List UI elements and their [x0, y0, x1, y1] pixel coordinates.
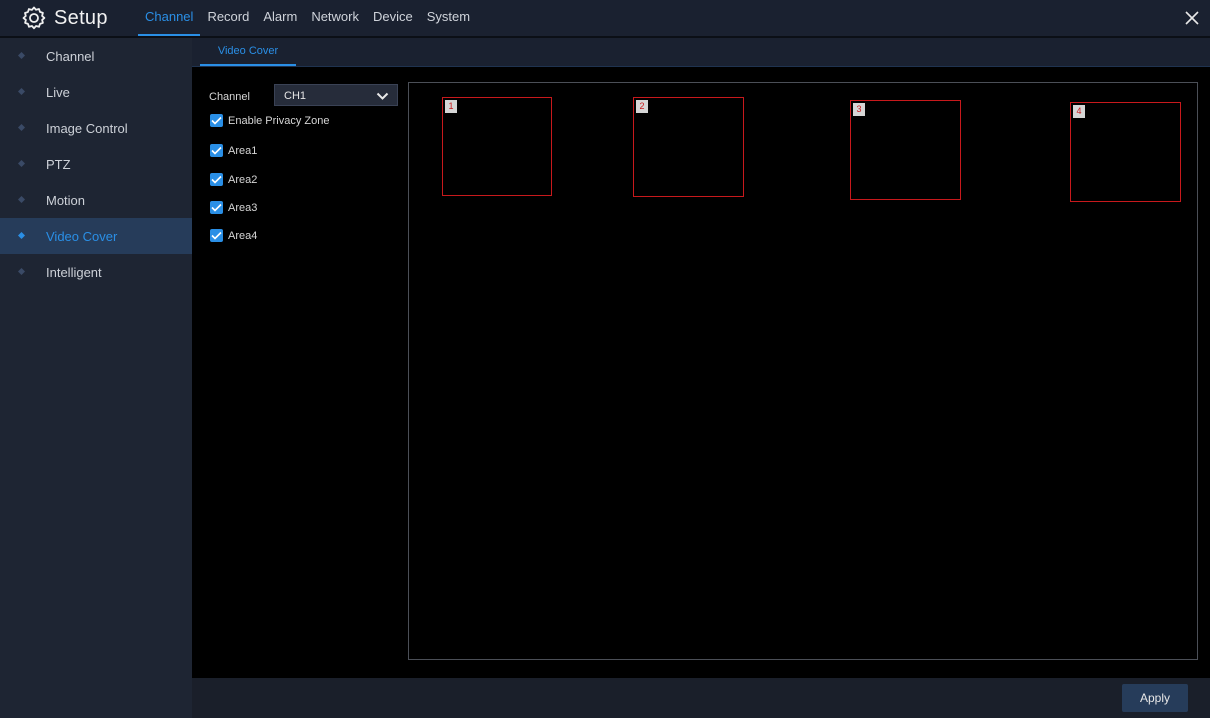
zone-number: 1	[445, 100, 457, 113]
checkbox-label: Area1	[228, 144, 258, 157]
tab-bar: Video Cover	[192, 38, 1210, 67]
privacy-zone-3[interactable]: 3	[850, 100, 961, 200]
sidebar-item-label: Image Control	[46, 120, 128, 136]
diamond-bullet-icon	[18, 268, 25, 275]
page-title: Setup	[54, 6, 108, 29]
close-icon	[1182, 11, 1202, 32]
zone-number: 3	[853, 103, 865, 116]
menu-device[interactable]: Device	[366, 0, 420, 34]
settings-panel: Channel CH1 Enable Privacy Zone Area1 Ar…	[192, 66, 406, 678]
sidebar-item-image-control[interactable]: Image Control	[0, 110, 192, 146]
checkmark-icon	[210, 114, 223, 127]
sidebar-item-motion[interactable]: Motion	[0, 182, 192, 218]
area3-checkbox[interactable]: Area3	[210, 201, 257, 214]
main-menu: Channel Record Alarm Network Device Syst…	[138, 0, 477, 36]
area2-checkbox[interactable]: Area2	[210, 173, 257, 186]
sidebar-item-channel[interactable]: Channel	[0, 38, 192, 74]
close-button[interactable]	[1182, 8, 1202, 28]
sidebar-item-label: PTZ	[46, 156, 71, 172]
enable-privacy-zone-checkbox[interactable]: Enable Privacy Zone	[210, 114, 330, 127]
video-preview[interactable]: 1 2 3 4	[408, 82, 1198, 660]
checkbox-label: Area4	[228, 229, 258, 242]
channel-select[interactable]: CH1	[274, 84, 398, 106]
checkmark-icon	[210, 229, 223, 242]
gear-icon	[22, 6, 46, 30]
brand: Setup	[22, 6, 108, 30]
diamond-bullet-icon	[18, 88, 25, 95]
sidebar-item-label: Live	[46, 84, 70, 100]
diamond-bullet-icon	[18, 52, 25, 59]
diamond-bullet-icon	[18, 196, 25, 203]
diamond-bullet-icon	[18, 124, 25, 131]
menu-system[interactable]: System	[420, 0, 477, 34]
channel-label: Channel	[209, 91, 250, 103]
checkmark-icon	[210, 201, 223, 214]
channel-select-value: CH1	[284, 90, 307, 102]
zone-number: 2	[636, 100, 648, 113]
tab-video-cover[interactable]: Video Cover	[200, 38, 296, 66]
chevron-down-icon	[376, 92, 389, 100]
sidebar-item-video-cover[interactable]: Video Cover	[0, 218, 192, 254]
checkmark-icon	[210, 173, 223, 186]
zone-number: 4	[1073, 105, 1085, 118]
menu-channel[interactable]: Channel	[138, 0, 201, 36]
checkbox-label: Area2	[228, 173, 258, 186]
sidebar-item-live[interactable]: Live	[0, 74, 192, 110]
privacy-zone-2[interactable]: 2	[633, 97, 744, 197]
sidebar-item-label: Video Cover	[46, 228, 118, 244]
sidebar-item-label: Intelligent	[46, 264, 102, 280]
sidebar-item-label: Motion	[46, 192, 86, 208]
menu-alarm[interactable]: Alarm	[256, 0, 304, 34]
sidebar-item-intelligent[interactable]: Intelligent	[0, 254, 192, 290]
area4-checkbox[interactable]: Area4	[210, 229, 257, 242]
checkmark-icon	[210, 144, 223, 157]
menu-network[interactable]: Network	[304, 0, 366, 34]
sidebar-item-ptz[interactable]: PTZ	[0, 146, 192, 182]
apply-button[interactable]: Apply	[1122, 684, 1188, 712]
sidebar-item-label: Channel	[46, 48, 95, 64]
diamond-bullet-icon	[18, 232, 25, 239]
sidebar: Channel Live Image Control PTZ Motion Vi…	[0, 38, 192, 718]
checkbox-label: Enable Privacy Zone	[228, 114, 330, 127]
diamond-bullet-icon	[18, 160, 25, 167]
privacy-zone-4[interactable]: 4	[1070, 102, 1181, 202]
area1-checkbox[interactable]: Area1	[210, 144, 257, 157]
top-bar: Setup Channel Record Alarm Network Devic…	[0, 0, 1210, 38]
checkbox-label: Area3	[228, 201, 258, 214]
footer-bar: Apply	[192, 678, 1210, 718]
menu-record[interactable]: Record	[200, 0, 256, 34]
privacy-zone-1[interactable]: 1	[442, 97, 552, 196]
